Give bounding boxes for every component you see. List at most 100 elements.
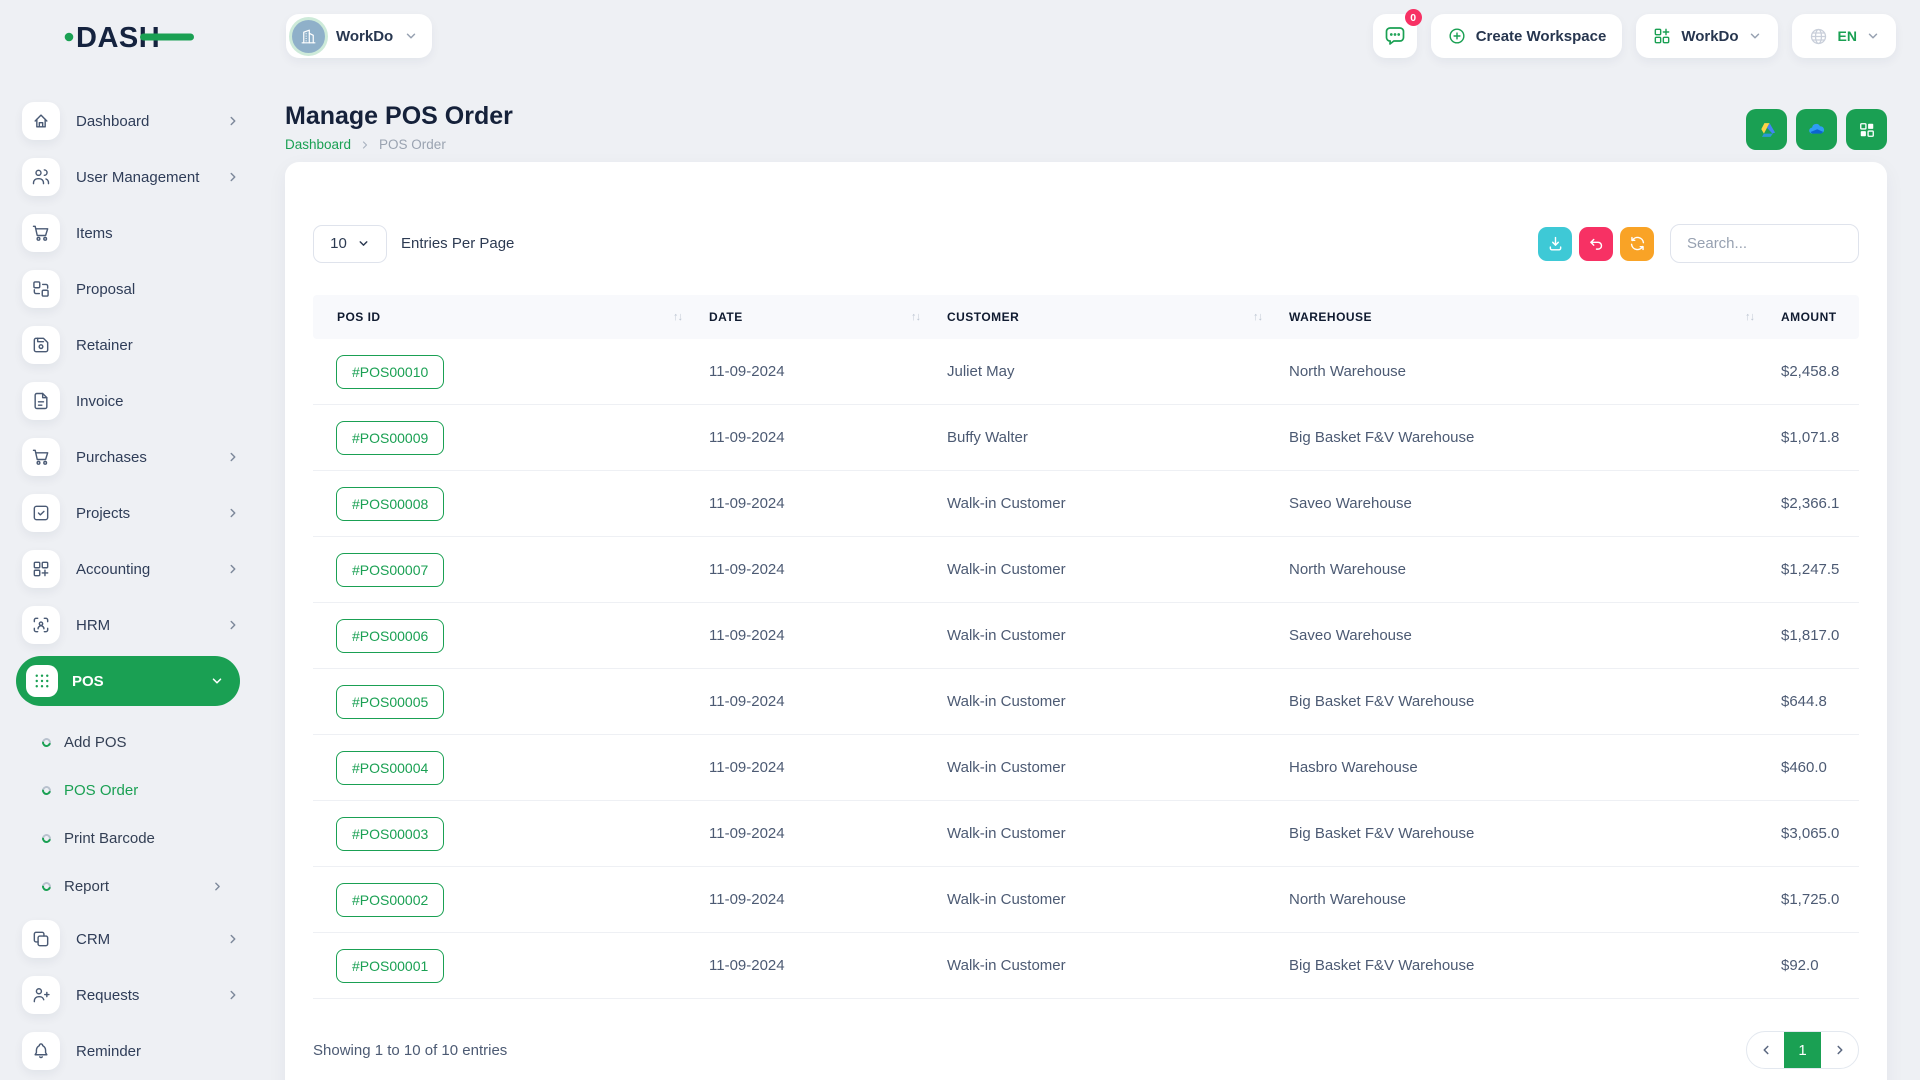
sidebar-item-accounting[interactable]: Accounting <box>22 550 240 588</box>
chevron-right-icon <box>1833 1043 1847 1057</box>
pagination-next-button[interactable] <box>1821 1032 1858 1068</box>
customer-cell: Juliet May <box>934 363 1276 380</box>
amount-cell: $3,065.0 <box>1768 825 1859 842</box>
download-icon <box>1546 234 1565 253</box>
chevron-down-icon <box>404 29 418 43</box>
workspace-avatar <box>292 20 325 53</box>
entries-per-page-label: Entries Per Page <box>401 235 514 252</box>
pos-id-badge[interactable]: #POS00007 <box>336 553 444 587</box>
sidebar-subitem-print-barcode[interactable]: Print Barcode <box>0 814 260 862</box>
pos-id-badge[interactable]: #POS00010 <box>336 355 444 389</box>
sidebar-item-user-management[interactable]: User Management <box>22 158 240 196</box>
sidebar-item-dashboard[interactable]: Dashboard <box>22 102 240 140</box>
pagination-prev-button[interactable] <box>1747 1032 1784 1068</box>
google-drive-button[interactable] <box>1746 109 1787 150</box>
bullet-icon <box>40 880 53 893</box>
workspace-selector[interactable]: WorkDo <box>286 14 432 58</box>
sidebar-item-hrm[interactable]: HRM <box>22 606 240 644</box>
sidebar-item-purchases[interactable]: Purchases <box>22 438 240 476</box>
pos-id-badge[interactable]: #POS00004 <box>336 751 444 785</box>
sidebar-subitem-add-pos[interactable]: Add POS <box>0 718 260 766</box>
sidebar-item-retainer[interactable]: Retainer <box>22 326 240 364</box>
language-button[interactable]: EN <box>1792 14 1896 58</box>
table-row: #POS00009 11-09-2024 Buffy Walter Big Ba… <box>313 405 1859 471</box>
search-input[interactable] <box>1670 224 1859 263</box>
chevron-down-icon <box>1748 29 1762 43</box>
sidebar-item-pos[interactable]: POS <box>16 656 240 706</box>
table-row: #POS00006 11-09-2024 Walk-in Customer Sa… <box>313 603 1859 669</box>
customer-cell: Walk-in Customer <box>934 759 1276 776</box>
messages-button[interactable]: 0 <box>1373 14 1417 58</box>
amount-cell: $644.8 <box>1768 693 1859 710</box>
sidebar-item-items[interactable]: Items <box>22 214 240 252</box>
sidebar-subitem-report[interactable]: Report <box>0 862 260 910</box>
checkbox-icon <box>22 494 60 532</box>
users-icon <box>22 158 60 196</box>
swap-squares-icon <box>22 270 60 308</box>
language-code: EN <box>1838 28 1857 44</box>
dash-logo-icon: DASH <box>64 18 196 54</box>
grid-dots-icon <box>26 665 58 697</box>
date-cell: 11-09-2024 <box>696 429 934 446</box>
amount-cell: $1,725.0 <box>1768 891 1859 908</box>
sidebar-item-reminder[interactable]: Reminder <box>22 1032 240 1070</box>
warehouse-cell: North Warehouse <box>1276 561 1768 578</box>
pos-id-badge[interactable]: #POS00008 <box>336 487 444 521</box>
grid-view-button[interactable] <box>1846 109 1887 150</box>
sidebar-item-projects[interactable]: Projects <box>22 494 240 532</box>
pagination: 1 <box>1746 1031 1859 1069</box>
pos-id-badge[interactable]: #POS00006 <box>336 619 444 653</box>
date-cell: 11-09-2024 <box>696 891 934 908</box>
chevron-right-icon <box>226 988 240 1002</box>
table-row: #POS00002 11-09-2024 Walk-in Customer No… <box>313 867 1859 933</box>
reset-button[interactable] <box>1579 227 1613 261</box>
date-cell: 11-09-2024 <box>696 363 934 380</box>
building-icon <box>299 27 318 46</box>
bullet-icon <box>40 784 53 797</box>
chat-icon <box>1383 24 1407 48</box>
customer-cell: Walk-in Customer <box>934 825 1276 842</box>
pos-id-badge[interactable]: #POS00005 <box>336 685 444 719</box>
user-scan-icon <box>22 606 60 644</box>
breadcrumb-dashboard-link[interactable]: Dashboard <box>285 137 351 152</box>
create-workspace-button[interactable]: Create Workspace <box>1431 14 1623 58</box>
file-invoice-icon <box>22 382 60 420</box>
bullet-icon <box>40 736 53 749</box>
workspace-menu-button[interactable]: WorkDo <box>1636 14 1777 58</box>
customer-cell: Walk-in Customer <box>934 957 1276 974</box>
amount-cell: $1,817.0 <box>1768 627 1859 644</box>
export-button[interactable] <box>1538 227 1572 261</box>
pagination-page-1[interactable]: 1 <box>1784 1032 1821 1068</box>
sidebar-item-requests[interactable]: Requests <box>22 976 240 1014</box>
globe-icon <box>1808 26 1829 47</box>
refresh-button[interactable] <box>1620 227 1654 261</box>
pos-id-badge[interactable]: #POS00009 <box>336 421 444 455</box>
pos-id-badge[interactable]: #POS00001 <box>336 949 444 983</box>
customer-cell: Buffy Walter <box>934 429 1276 446</box>
sort-icon[interactable]: ↑↓ <box>911 311 920 323</box>
onedrive-button[interactable] <box>1796 109 1837 150</box>
chevron-down-icon <box>210 674 224 688</box>
entries-per-page-select[interactable]: 10 <box>313 225 387 263</box>
sort-icon[interactable]: ↑↓ <box>1253 311 1262 323</box>
date-cell: 11-09-2024 <box>696 759 934 776</box>
sort-icon[interactable]: ↑↓ <box>673 311 682 323</box>
sidebar-item-proposal[interactable]: Proposal <box>22 270 240 308</box>
breadcrumb-current: POS Order <box>379 137 446 152</box>
customer-cell: Walk-in Customer <box>934 693 1276 710</box>
table-row: #POS00008 11-09-2024 Walk-in Customer Sa… <box>313 471 1859 537</box>
sort-icon[interactable]: ↑↓ <box>1745 311 1754 323</box>
table-header: POS ID ↑↓ DATE ↑↓ CUSTOMER ↑↓ WAREHOUSE … <box>313 295 1859 339</box>
warehouse-cell: Saveo Warehouse <box>1276 627 1768 644</box>
apps-icon <box>1652 26 1672 46</box>
table-row: #POS00005 11-09-2024 Walk-in Customer Bi… <box>313 669 1859 735</box>
onedrive-icon <box>1806 119 1828 141</box>
page-title: Manage POS Order <box>285 101 513 131</box>
column-pos-id: POS ID ↑↓ <box>313 310 696 324</box>
pos-id-badge[interactable]: #POS00002 <box>336 883 444 917</box>
sidebar-item-invoice[interactable]: Invoice <box>22 382 240 420</box>
pos-id-badge[interactable]: #POS00003 <box>336 817 444 851</box>
sidebar-subitem-pos-order[interactable]: POS Order <box>0 766 260 814</box>
sidebar-item-crm[interactable]: CRM <box>22 920 240 958</box>
table-body: #POS00010 11-09-2024 Juliet May North Wa… <box>313 339 1859 999</box>
